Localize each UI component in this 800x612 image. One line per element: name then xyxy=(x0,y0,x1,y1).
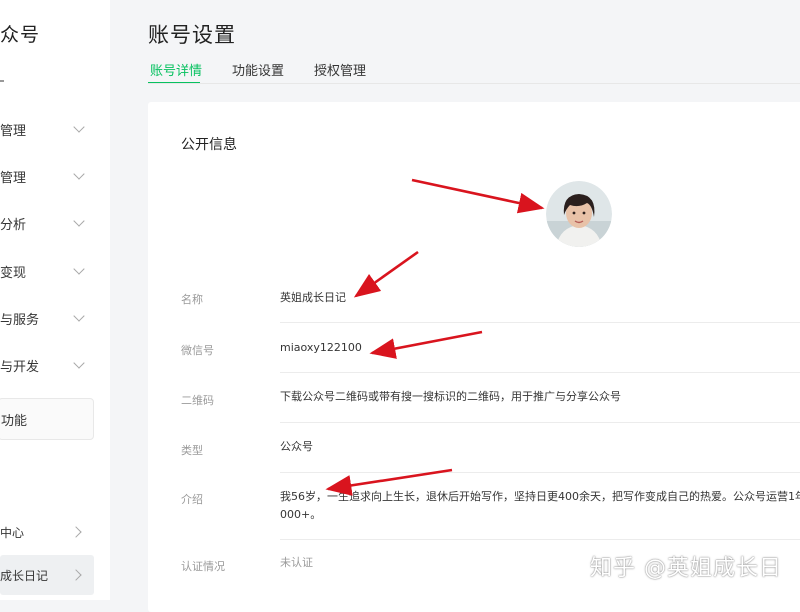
field-value-intro-line1: 我56岁，一生追求向上生长，退休后开始写作，坚持日更400余天，把写作变成自己的… xyxy=(280,490,800,503)
divider xyxy=(0,80,4,82)
sidebar-item-label: 变现 xyxy=(0,265,27,281)
chevron-right-icon xyxy=(70,569,82,581)
sidebar-item-account[interactable]: 成长日记 xyxy=(0,555,94,595)
sidebar-item-services[interactable]: 与服务 xyxy=(0,296,95,340)
chevron-down-icon xyxy=(73,168,85,180)
field-value-qrcode[interactable]: 下载公众号二维码或带有搜一搜标识的二维码，用于推广与分享公众号 xyxy=(280,387,621,407)
sidebar-item-development[interactable]: 与开发 xyxy=(0,343,95,387)
sidebar-item-content-management[interactable]: 管理 xyxy=(0,107,95,151)
page-title: 账号设置 xyxy=(148,23,236,47)
brand-title: 众号 xyxy=(0,24,41,46)
divider xyxy=(148,83,800,84)
avatar[interactable] xyxy=(546,181,612,247)
sidebar-item-user-management[interactable]: 管理 xyxy=(0,154,95,198)
sidebar-item-label: 成长日记 xyxy=(0,568,49,583)
divider xyxy=(280,322,800,323)
sidebar: 众号 管理 管理 分析 变现 与服务 与开发 功能 中心 成长日记 xyxy=(0,0,110,600)
sidebar-item-label: 管理 xyxy=(0,123,27,139)
field-label-name: 名称 xyxy=(181,293,203,306)
sidebar-item-label: 管理 xyxy=(0,170,27,186)
sidebar-item-label: 与服务 xyxy=(0,312,40,328)
divider xyxy=(280,539,800,540)
sidebar-item-monetization[interactable]: 变现 xyxy=(0,249,95,293)
divider xyxy=(280,422,800,423)
chevron-down-icon xyxy=(73,121,85,133)
tab-label: 授权管理 xyxy=(314,64,367,79)
sidebar-item-label: 分析 xyxy=(0,217,27,233)
field-label-qrcode: 二维码 xyxy=(181,394,214,407)
field-label-verification: 认证情况 xyxy=(181,560,225,573)
divider xyxy=(280,472,800,473)
section-title: 公开信息 xyxy=(181,137,237,153)
account-info-card: 公开信息 名称 英姐成长日记 微信号 miaoxy122100 二维码 下载公众… xyxy=(148,102,800,612)
chevron-down-icon xyxy=(73,357,85,369)
tab-account-details[interactable]: 账号详情 xyxy=(150,60,202,79)
field-label-type: 类型 xyxy=(181,444,203,457)
divider xyxy=(280,372,800,373)
sidebar-item-analytics[interactable]: 分析 xyxy=(0,201,95,245)
tab-feature-settings[interactable]: 功能设置 xyxy=(232,60,284,79)
sidebar-item-label: 中心 xyxy=(0,525,25,540)
sidebar-item-label: 功能 xyxy=(1,413,28,429)
watermark: 知乎 @英姐成长日 xyxy=(590,556,782,581)
tab-authorization[interactable]: 授权管理 xyxy=(314,60,366,79)
sidebar-item-center[interactable]: 中心 xyxy=(0,512,94,552)
chevron-down-icon xyxy=(73,310,85,322)
tab-label: 功能设置 xyxy=(232,64,285,79)
chevron-down-icon xyxy=(73,263,85,275)
field-value-verification: 未认证 xyxy=(280,556,313,569)
chevron-down-icon xyxy=(73,215,85,227)
field-value-intro-line2: 000+。 xyxy=(280,508,322,521)
sidebar-item-label: 与开发 xyxy=(0,359,40,375)
field-value-name: 英姐成长日记 xyxy=(280,291,346,304)
chevron-right-icon xyxy=(70,526,82,538)
field-label-wechat-id: 微信号 xyxy=(181,344,214,357)
field-label-intro: 介绍 xyxy=(181,493,203,506)
avatar-photo-icon xyxy=(546,181,612,247)
tab-label: 账号详情 xyxy=(150,64,203,79)
sidebar-item-features[interactable]: 功能 xyxy=(0,398,94,440)
field-value-type: 公众号 xyxy=(280,440,313,453)
field-value-wechat-id: miaoxy122100 xyxy=(280,341,362,354)
